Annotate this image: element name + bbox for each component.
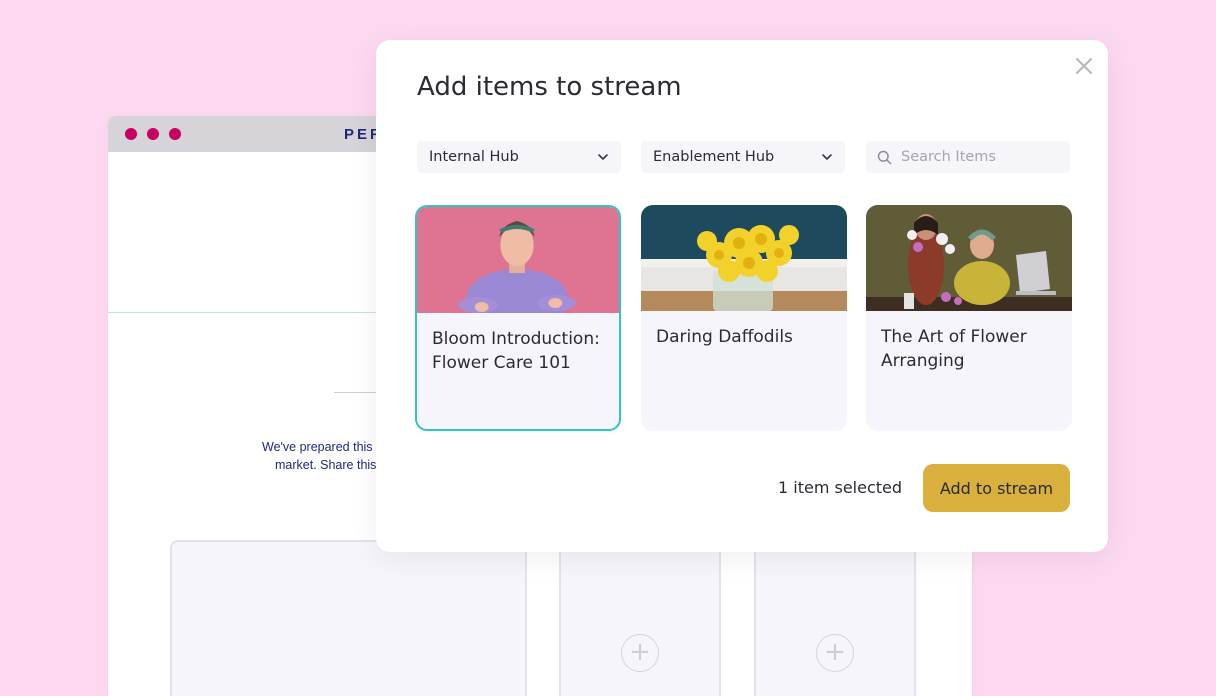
item-card-selected[interactable]: Bloom Introduction: Flower Care 101 [415,205,621,431]
item-thumbnail-flower-arranging [866,205,1072,311]
search-box[interactable] [866,141,1070,173]
hub-select-value: Enablement Hub [653,149,775,165]
item-thumbnail-daffodils [641,205,847,311]
add-items-modal: Add items to stream Internal Hub Enablem… [376,40,1108,552]
close-icon [1076,58,1092,74]
window-maximize-dot[interactable] [169,128,181,140]
stream-slot-large[interactable] [170,540,527,696]
hub-select-value: Internal Hub [429,149,519,165]
modal-title: Add items to stream [417,72,682,102]
close-button[interactable] [1073,55,1095,77]
add-to-stream-button[interactable]: Add to stream [923,464,1070,512]
item-thumbnail-woman-presenting [417,207,619,313]
hub-select-enablement[interactable]: Enablement Hub [641,141,845,173]
chevron-down-icon [598,154,608,160]
window-close-dot[interactable] [125,128,137,140]
plus-circle-icon[interactable]: + [816,634,854,672]
item-card-title: Bloom Introduction: Flower Care 101 [432,329,600,373]
item-card-title: Daring Daffodils [656,327,793,347]
chevron-down-icon [822,154,832,160]
hub-select-internal[interactable]: Internal Hub [417,141,621,173]
selected-count-text: 1 item selected [778,478,903,497]
window-minimize-dot[interactable] [147,128,159,140]
item-card[interactable]: Daring Daffodils [641,205,847,431]
stream-slot[interactable]: + [559,540,721,696]
plus-circle-icon[interactable]: + [621,634,659,672]
item-card-title: The Art of Flower Arranging [881,327,1027,371]
search-input[interactable] [901,141,1061,173]
search-icon [877,150,892,165]
stream-slot[interactable]: + [754,540,916,696]
item-card[interactable]: The Art of Flower Arranging [866,205,1072,431]
